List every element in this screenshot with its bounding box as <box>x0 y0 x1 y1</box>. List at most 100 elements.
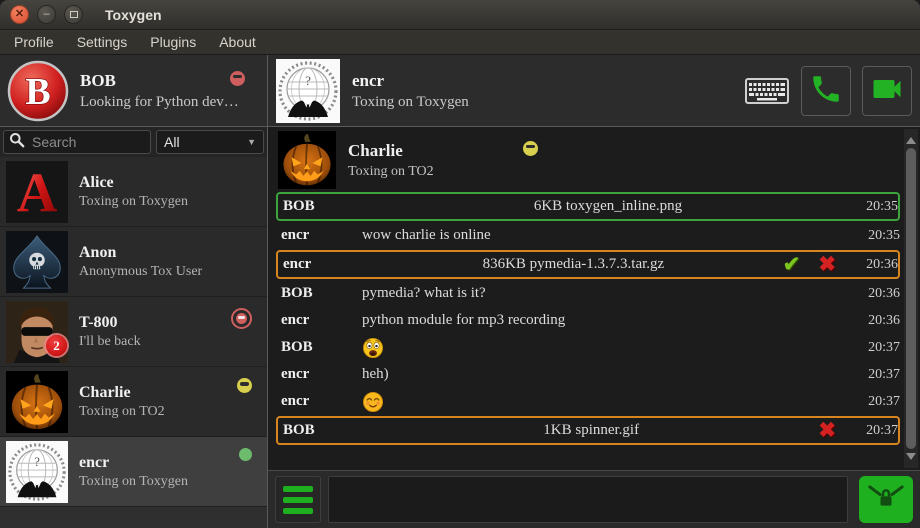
message-time: 20:37 <box>854 340 900 356</box>
menu-item-settings[interactable]: Settings <box>75 34 130 50</box>
contact-row-encr[interactable]: ?encrToxing on Toxygen <box>0 437 267 507</box>
message-sender: encr <box>276 393 362 410</box>
contacts-sidebar: All ▼ A Alice Toxing on Toxygen Anon Anonymo… <box>0 127 268 528</box>
scroll-down-arrow[interactable] <box>906 453 916 465</box>
message-history: Charlie Toxing on TO2 BOB6KB toxygen_inl… <box>268 127 920 470</box>
audio-call-button[interactable] <box>801 66 851 116</box>
status-icon-busy-new <box>231 308 252 329</box>
message-row: encrwow charlie is online20:35 <box>276 222 900 249</box>
contact-name: encr <box>79 454 261 472</box>
message-time: 20:37 <box>854 394 900 410</box>
attachments-menu-button[interactable] <box>275 476 321 523</box>
contact-list: A Alice Toxing on Toxygen Anon Anonymous Tox… <box>0 157 267 528</box>
file-name-and-size: 836KB pymedia-1.3.7.3.tar.gz <box>364 256 783 273</box>
video-camera-icon <box>869 71 905 110</box>
menu-item-plugins[interactable]: Plugins <box>148 34 198 50</box>
message-sender: encr <box>278 256 364 273</box>
search-box[interactable] <box>3 130 151 154</box>
message-sender: BOB <box>276 339 362 356</box>
contact-row-alice[interactable]: A Alice Toxing on Toxygen <box>0 157 267 227</box>
file-transfer-row: encr836KB pymedia-1.3.7.3.tar.gz✔ ✖ 20:36 <box>276 250 900 279</box>
keyboard-icon[interactable] <box>744 77 790 105</box>
minimize-icon[interactable]: – <box>37 5 56 24</box>
chat-contact-status-message: Toxing on TO2 <box>348 164 538 180</box>
message-text: pymedia? what is it? <box>362 285 854 302</box>
self-profile[interactable]: B BOB Looking for Python dev… <box>0 55 268 126</box>
message-sender: encr <box>276 227 362 244</box>
contact-name: Charlie <box>79 384 261 402</box>
search-input[interactable] <box>30 133 145 151</box>
send-message-button[interactable] <box>859 476 913 523</box>
message-sender: BOB <box>278 198 364 215</box>
chat-scrollbar[interactable] <box>904 129 918 468</box>
self-status-icon <box>230 71 245 91</box>
svg-text:A: A <box>17 162 58 223</box>
message-row: encr 20:37 <box>276 388 900 415</box>
contact-avatar-skull-spade <box>6 231 68 293</box>
contact-name: Anon <box>79 244 261 262</box>
titlebar[interactable]: ✕ – Toxygen <box>0 0 920 30</box>
contact-avatar-pumpkin <box>6 371 68 433</box>
message-input[interactable] <box>328 476 848 523</box>
contact-row-anon[interactable]: Anon Anonymous Tox User <box>0 227 267 297</box>
status-icon-away <box>237 378 252 393</box>
self-name: BOB <box>80 71 116 91</box>
decline-file-icon[interactable]: ✖ <box>818 420 836 441</box>
message-text: heh) <box>362 366 854 383</box>
contact-status-message: I'll be back <box>79 334 261 350</box>
svg-text:B: B <box>25 71 50 113</box>
contact-row-charlie[interactable]: Charlie Toxing on TO2 <box>0 367 267 437</box>
maximize-icon[interactable] <box>64 5 83 24</box>
contact-status-message: Toxing on Toxygen <box>79 194 261 210</box>
file-name-and-size: 6KB toxygen_inline.png <box>364 198 852 215</box>
message-time: 20:36 <box>854 313 900 329</box>
file-transfer-row: BOB6KB toxygen_inline.png20:35 <box>276 192 900 221</box>
contact-status-message: Anonymous Tox User <box>79 264 261 280</box>
status-icon-online <box>239 448 252 461</box>
contact-avatar-anonymous-mask: ? <box>6 441 68 503</box>
shocked-face-icon <box>362 337 854 359</box>
close-icon[interactable]: ✕ <box>10 5 29 24</box>
smiling-face-icon <box>362 391 854 413</box>
message-time: 20:37 <box>852 423 898 439</box>
message-time: 20:37 <box>854 367 900 383</box>
menu-item-about[interactable]: About <box>217 34 258 50</box>
message-row: encrheh)20:37 <box>276 361 900 388</box>
phone-icon <box>809 72 843 109</box>
contact-filter-dropdown[interactable]: All ▼ <box>156 130 264 154</box>
file-name-and-size: 1KB spinner.gif <box>364 422 818 439</box>
self-avatar: B <box>6 59 70 123</box>
chat-area: Charlie Toxing on TO2 BOB6KB toxygen_inl… <box>268 127 920 528</box>
message-time: 20:36 <box>854 286 900 302</box>
menubar: Profile Settings Plugins About <box>0 30 920 55</box>
message-sender: encr <box>276 366 362 383</box>
accept-file-icon[interactable]: ✔ <box>783 254 801 275</box>
message-time: 20:36 <box>852 257 898 273</box>
scrollbar-thumb[interactable] <box>906 148 916 449</box>
menu-item-profile[interactable]: Profile <box>12 34 56 50</box>
message-row: BOBpymedia? what is it?20:36 <box>276 280 900 307</box>
contact-status-message: Toxing on TO2 <box>79 404 261 420</box>
unread-count-badge: 2 <box>46 335 67 356</box>
decline-file-icon[interactable]: ✖ <box>818 254 836 275</box>
chevron-down-icon: ▼ <box>247 137 256 147</box>
message-sender: BOB <box>278 422 364 439</box>
window-title: Toxygen <box>105 7 162 23</box>
contact-avatar-red-letter-a: A <box>6 161 68 223</box>
active-chat-avatar: ? <box>276 59 340 123</box>
scroll-up-arrow[interactable] <box>906 132 916 144</box>
active-chat-status-message: Toxing on Toxygen <box>352 94 736 111</box>
contact-name: Alice <box>79 174 261 192</box>
active-chat-info: ? encr Toxing on Toxygen <box>268 55 744 126</box>
filter-value: All <box>164 134 180 150</box>
video-call-button[interactable] <box>862 66 912 116</box>
message-sender: encr <box>276 312 362 329</box>
contact-row-t-800[interactable]: T-800I'll be back2 <box>0 297 267 367</box>
composer-bar <box>268 470 920 528</box>
search-icon <box>9 132 25 153</box>
svg-text:?: ? <box>34 455 40 469</box>
top-panel: B BOB Looking for Python dev… ? encr Tox… <box>0 55 920 127</box>
self-status-message: Looking for Python dev… <box>80 94 261 111</box>
chat-contact-header: Charlie Toxing on TO2 <box>276 129 900 191</box>
message-text: python module for mp3 recording <box>362 312 854 329</box>
